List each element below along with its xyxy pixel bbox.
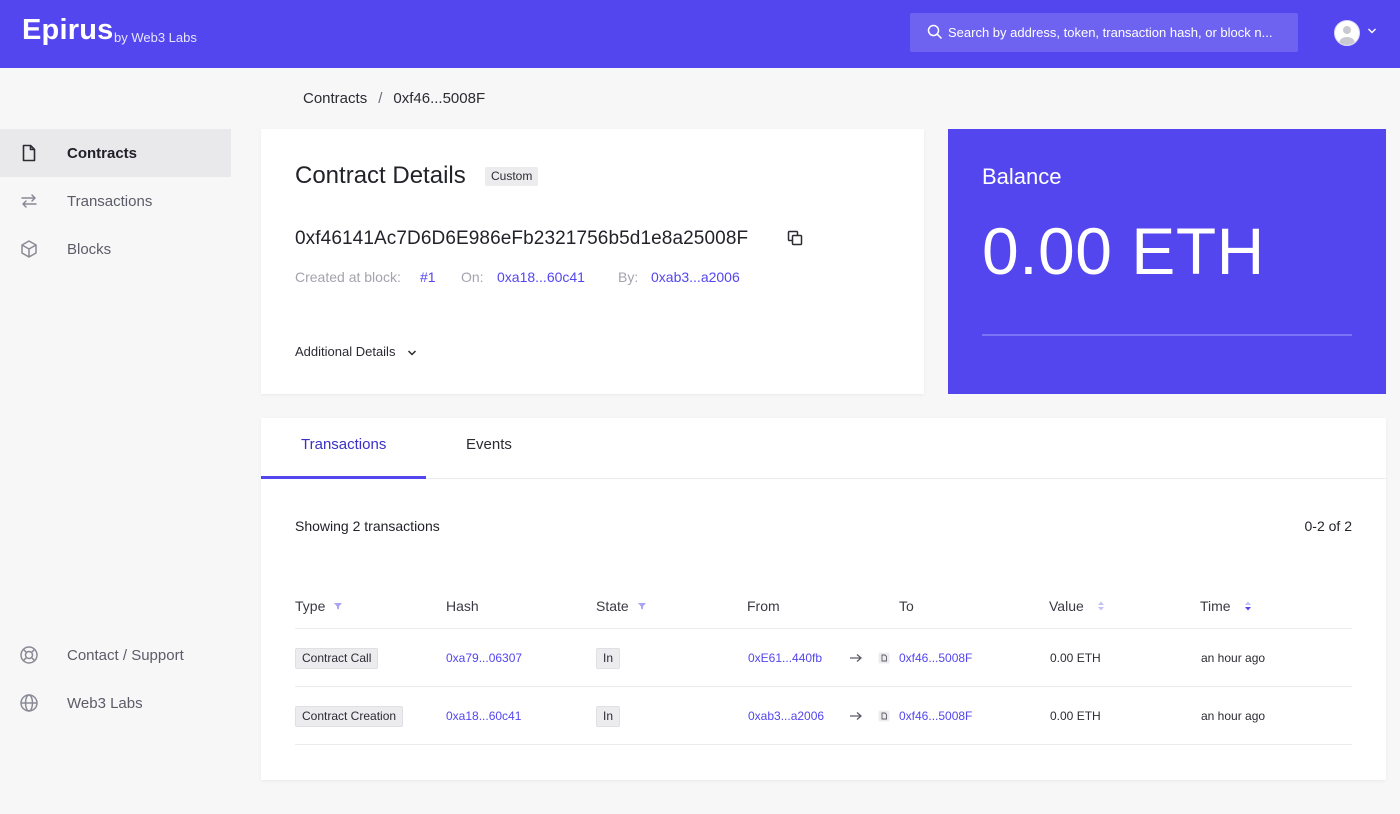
tab-events[interactable]: Events: [466, 436, 512, 453]
tx-type-chip: Contract Creation: [295, 706, 404, 727]
table-header-divider: [295, 628, 1352, 629]
contract-document-icon: [878, 710, 890, 722]
user-silhouette-icon: [1339, 26, 1355, 45]
arrow-right-icon: [850, 654, 862, 662]
tab-bar-divider: [261, 478, 1386, 479]
column-header-state[interactable]: State: [596, 598, 629, 614]
filter-icon[interactable]: [637, 601, 647, 611]
tx-time: an hour ago: [1201, 651, 1266, 665]
row-divider: [295, 686, 1352, 687]
created-block-link[interactable]: #1: [420, 269, 436, 285]
tx-hash-link[interactable]: 0xa18...60c41: [446, 709, 521, 723]
contract-details-card: Contract Details Custom 0xf46141Ac7D6D6E…: [261, 129, 924, 394]
tx-hash-link[interactable]: 0xa79...06307: [446, 651, 522, 665]
sidebar-item-label: Web3 Labs: [67, 695, 143, 712]
lifebuoy-icon: [20, 646, 38, 664]
copy-icon[interactable]: [787, 230, 803, 246]
app-logo[interactable]: Epirus: [22, 14, 113, 47]
contract-address: 0xf46141Ac7D6D6E986eFb2321756b5d1e8a2500…: [295, 228, 749, 249]
tx-to-link[interactable]: 0xf46...5008F: [899, 651, 972, 665]
sidebar-item-label: Blocks: [67, 241, 112, 258]
page-title: Contract Details: [295, 162, 466, 189]
top-header: Epirus by Web3 Labs Search by address, t…: [0, 0, 1400, 68]
logo-subtitle: by Web3 Labs: [114, 30, 197, 45]
sidebar-item-transactions[interactable]: Transactions: [0, 177, 231, 225]
creator-address-link[interactable]: 0xab3...a2006: [651, 269, 740, 285]
additional-details-toggle[interactable]: Additional Details: [295, 344, 395, 359]
sidebar-item-label: Contact / Support: [67, 647, 184, 664]
document-icon: [22, 144, 36, 162]
tx-value: 0.00 ETH: [1050, 709, 1101, 723]
sort-descending-icon[interactable]: [1243, 600, 1253, 612]
breadcrumb-current: 0xf46...5008F: [393, 90, 486, 107]
transactions-card: Transactions Events Showing 2 transactio…: [261, 418, 1386, 780]
tx-from-link[interactable]: 0xab3...a2006: [748, 709, 824, 723]
tx-time: an hour ago: [1201, 709, 1266, 723]
tx-from-link[interactable]: 0xE61...440fb: [748, 651, 822, 665]
column-header-hash: Hash: [446, 598, 479, 614]
active-tab-indicator: [261, 476, 426, 479]
sidebar-item-contact-support[interactable]: Contact / Support: [0, 631, 231, 679]
balance-value: 0.00 ETH: [982, 214, 1265, 288]
breadcrumb-contracts[interactable]: Contracts: [303, 90, 367, 107]
sidebar-item-web3-labs[interactable]: Web3 Labs: [0, 679, 231, 727]
sidebar-item-label: Contracts: [67, 145, 138, 162]
tx-state-chip: In: [596, 706, 621, 727]
chevron-down-icon[interactable]: [407, 348, 417, 358]
globe-icon: [20, 694, 38, 712]
contract-type-badge: Custom: [485, 167, 539, 186]
balance-title: Balance: [982, 164, 1062, 189]
column-header-time[interactable]: Time: [1200, 598, 1231, 614]
sidebar-item-label: Transactions: [67, 193, 153, 210]
tab-transactions[interactable]: Transactions: [301, 436, 386, 453]
breadcrumb: Contracts / 0xf46...5008F: [303, 90, 485, 107]
tx-value: 0.00 ETH: [1050, 651, 1101, 665]
column-header-type[interactable]: Type: [295, 598, 325, 614]
pagination-range: 0-2 of 2: [1304, 518, 1352, 534]
breadcrumb-separator: /: [378, 90, 383, 107]
balance-divider: [982, 334, 1352, 336]
creation-tx-link[interactable]: 0xa18...60c41: [497, 269, 585, 285]
column-header-to: To: [899, 598, 914, 614]
created-at-label: Created at block:: [295, 269, 401, 285]
sidebar-item-contracts[interactable]: Contracts: [0, 129, 231, 177]
column-header-value[interactable]: Value: [1049, 598, 1084, 614]
search-icon: [927, 24, 943, 40]
tx-type-chip: Contract Call: [295, 648, 379, 669]
cube-icon: [21, 240, 37, 258]
sidebar-item-blocks[interactable]: Blocks: [0, 225, 231, 273]
balance-card: Balance 0.00 ETH: [948, 129, 1386, 394]
tx-state-chip: In: [596, 648, 621, 669]
arrow-right-icon: [850, 712, 862, 720]
user-avatar-icon[interactable]: [1334, 20, 1360, 46]
column-header-from: From: [747, 598, 780, 614]
created-by-label: By:: [618, 269, 639, 285]
row-divider: [295, 744, 1352, 745]
contract-document-icon: [878, 652, 890, 664]
arrows-swap-icon: [21, 194, 37, 208]
created-on-label: On:: [461, 269, 484, 285]
showing-count: Showing 2 transactions: [295, 518, 440, 534]
filter-icon[interactable]: [333, 601, 343, 611]
chevron-down-icon[interactable]: [1367, 26, 1377, 36]
search-input[interactable]: Search by address, token, transaction ha…: [910, 13, 1298, 52]
search-placeholder: Search by address, token, transaction ha…: [948, 25, 1273, 40]
tx-to-link[interactable]: 0xf46...5008F: [899, 709, 972, 723]
sort-icon[interactable]: [1096, 600, 1106, 612]
